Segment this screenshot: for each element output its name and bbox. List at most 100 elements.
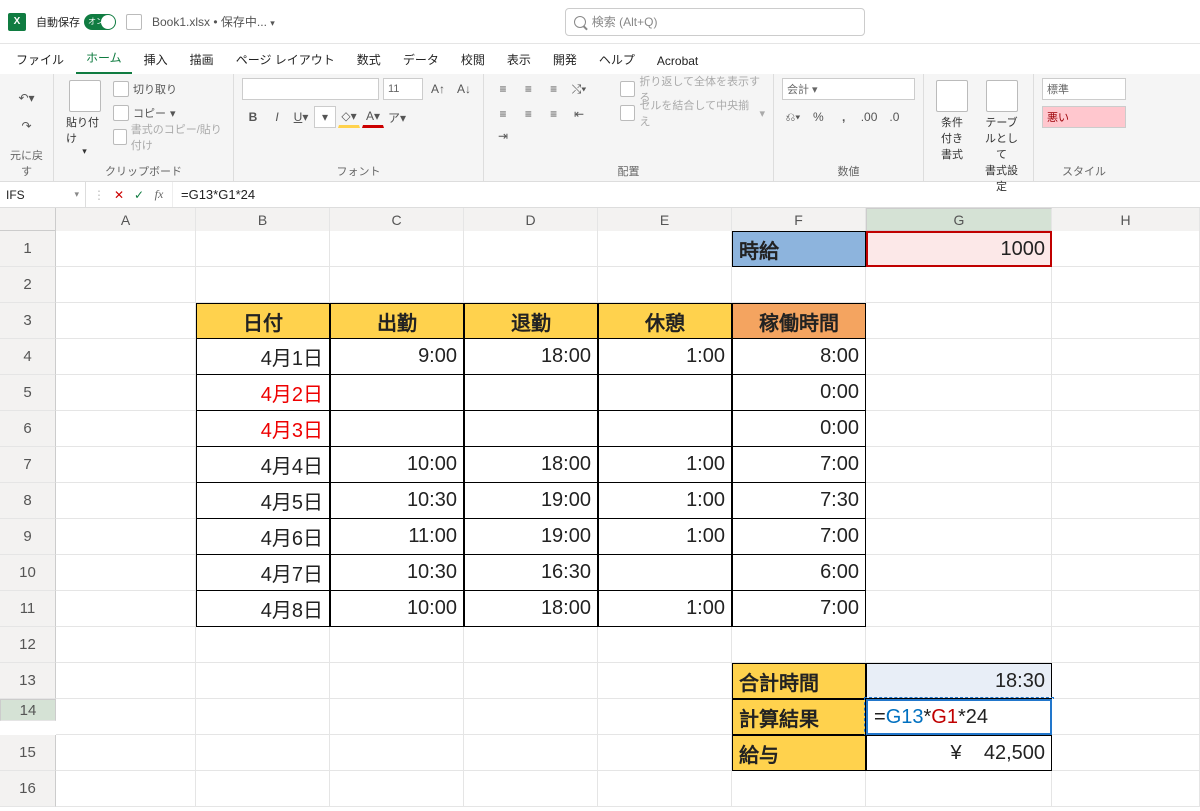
accept-icon[interactable]: ✓ — [130, 188, 148, 202]
row-header-8[interactable]: 8 — [0, 483, 56, 519]
increase-font-icon[interactable]: A↑ — [427, 78, 449, 100]
cell-B13[interactable] — [196, 663, 330, 699]
row-header-1[interactable]: 1 — [0, 231, 56, 267]
cell-E6[interactable] — [598, 411, 732, 447]
inc-decimal-icon[interactable]: .00 — [858, 106, 880, 128]
row-header-12[interactable]: 12 — [0, 627, 56, 663]
border-button[interactable]: ▾ — [314, 106, 336, 128]
cell-B3[interactable]: 日付 — [196, 303, 330, 339]
cell-C3[interactable]: 出勤 — [330, 303, 464, 339]
cell-B5[interactable]: 4月2日 — [196, 375, 330, 411]
select-all-corner[interactable] — [0, 208, 56, 231]
cell-F6[interactable]: 0:00 — [732, 411, 866, 447]
align-right-icon[interactable]: ≡ — [543, 103, 565, 125]
tab-pagelayout[interactable]: ページ レイアウト — [226, 45, 345, 74]
cell-F13[interactable]: 合計時間 — [732, 663, 866, 699]
col-header-C[interactable]: C — [330, 208, 464, 231]
cell-H13[interactable] — [1052, 663, 1200, 699]
cell-D16[interactable] — [464, 771, 598, 807]
filename[interactable]: Book1.xlsx • 保存中... ▾ — [152, 13, 275, 30]
number-format-select[interactable]: 会計 ▾ — [782, 78, 915, 100]
cell-F10[interactable]: 6:00 — [732, 555, 866, 591]
cell-E8[interactable]: 1:00 — [598, 483, 732, 519]
align-top-icon[interactable]: ≡ — [492, 78, 514, 100]
cell-C14[interactable] — [330, 699, 464, 735]
cell-H10[interactable] — [1052, 555, 1200, 591]
fill-color-button[interactable]: ◇▾ — [338, 106, 360, 128]
cell-H6[interactable] — [1052, 411, 1200, 447]
tab-help[interactable]: ヘルプ — [589, 45, 645, 74]
cell-H16[interactable] — [1052, 771, 1200, 807]
cell-D8[interactable]: 19:00 — [464, 483, 598, 519]
search-input[interactable]: 検索 (Alt+Q) — [565, 8, 865, 36]
cell-C1[interactable] — [330, 231, 464, 267]
cell-F14[interactable]: 計算結果 — [732, 699, 866, 735]
cut-button[interactable]: 切り取り — [113, 78, 225, 100]
cell-C16[interactable] — [330, 771, 464, 807]
align-left-icon[interactable]: ≡ — [492, 103, 514, 125]
row-header-4[interactable]: 4 — [0, 339, 56, 375]
tab-view[interactable]: 表示 — [497, 45, 541, 74]
cell-H3[interactable] — [1052, 303, 1200, 339]
percent-icon[interactable]: % — [807, 106, 829, 128]
cell-B11[interactable]: 4月8日 — [196, 591, 330, 627]
cell-H9[interactable] — [1052, 519, 1200, 555]
cell-B6[interactable]: 4月3日 — [196, 411, 330, 447]
cell-F1[interactable]: 時給 — [732, 231, 866, 267]
cell-G5[interactable] — [866, 375, 1052, 411]
cell-D14[interactable] — [464, 699, 598, 735]
tab-formulas[interactable]: 数式 — [347, 45, 391, 74]
tab-developer[interactable]: 開発 — [543, 45, 587, 74]
cell-C6[interactable] — [330, 411, 464, 447]
cell-B2[interactable] — [196, 267, 330, 303]
tab-acrobat[interactable]: Acrobat — [647, 48, 708, 74]
row-header-3[interactable]: 3 — [0, 303, 56, 339]
italic-button[interactable]: I — [266, 106, 288, 128]
cell-D13[interactable] — [464, 663, 598, 699]
cell-D10[interactable]: 16:30 — [464, 555, 598, 591]
cell-E16[interactable] — [598, 771, 732, 807]
cell-E4[interactable]: 1:00 — [598, 339, 732, 375]
cell-A13[interactable] — [56, 663, 196, 699]
cell-B9[interactable]: 4月6日 — [196, 519, 330, 555]
cell-F3[interactable]: 稼働時間 — [732, 303, 866, 339]
tab-home[interactable]: ホーム — [76, 43, 132, 74]
cell-A6[interactable] — [56, 411, 196, 447]
cell-H2[interactable] — [1052, 267, 1200, 303]
cell-C8[interactable]: 10:30 — [330, 483, 464, 519]
tab-file[interactable]: ファイル — [6, 45, 74, 74]
cell-A16[interactable] — [56, 771, 196, 807]
tab-review[interactable]: 校閲 — [451, 45, 495, 74]
accounting-icon[interactable]: ⎌▾ — [782, 107, 804, 129]
cell-H11[interactable] — [1052, 591, 1200, 627]
cell-C11[interactable]: 10:00 — [330, 591, 464, 627]
style-normal[interactable]: 標準 — [1042, 78, 1126, 100]
cell-A7[interactable] — [56, 447, 196, 483]
align-middle-icon[interactable]: ≡ — [517, 78, 539, 100]
formula-input[interactable]: =G13*G1*24 — [173, 187, 1200, 202]
paste-button[interactable]: 貼り付け▾ — [62, 78, 107, 159]
cell-G8[interactable] — [866, 483, 1052, 519]
cell-B16[interactable] — [196, 771, 330, 807]
orientation-icon[interactable]: ⤭▾ — [568, 79, 590, 101]
conditional-format-button[interactable]: 条件付き 書式 — [932, 78, 972, 164]
cell-C7[interactable]: 10:00 — [330, 447, 464, 483]
cell-D4[interactable]: 18:00 — [464, 339, 598, 375]
cell-D6[interactable] — [464, 411, 598, 447]
cell-F4[interactable]: 8:00 — [732, 339, 866, 375]
cell-A2[interactable] — [56, 267, 196, 303]
cell-B15[interactable] — [196, 735, 330, 771]
cell-B7[interactable]: 4月4日 — [196, 447, 330, 483]
cell-F7[interactable]: 7:00 — [732, 447, 866, 483]
cell-G12[interactable] — [866, 627, 1052, 663]
bold-button[interactable]: B — [242, 106, 264, 128]
font-size-select[interactable]: 11 — [383, 78, 423, 100]
cell-E1[interactable] — [598, 231, 732, 267]
row-header-15[interactable]: 15 — [0, 735, 56, 771]
cell-G6[interactable] — [866, 411, 1052, 447]
style-bad[interactable]: 悪い — [1042, 106, 1126, 128]
cell-D7[interactable]: 18:00 — [464, 447, 598, 483]
dec-decimal-icon[interactable]: .0 — [883, 106, 905, 128]
cell-A1[interactable] — [56, 231, 196, 267]
cell-E7[interactable]: 1:00 — [598, 447, 732, 483]
